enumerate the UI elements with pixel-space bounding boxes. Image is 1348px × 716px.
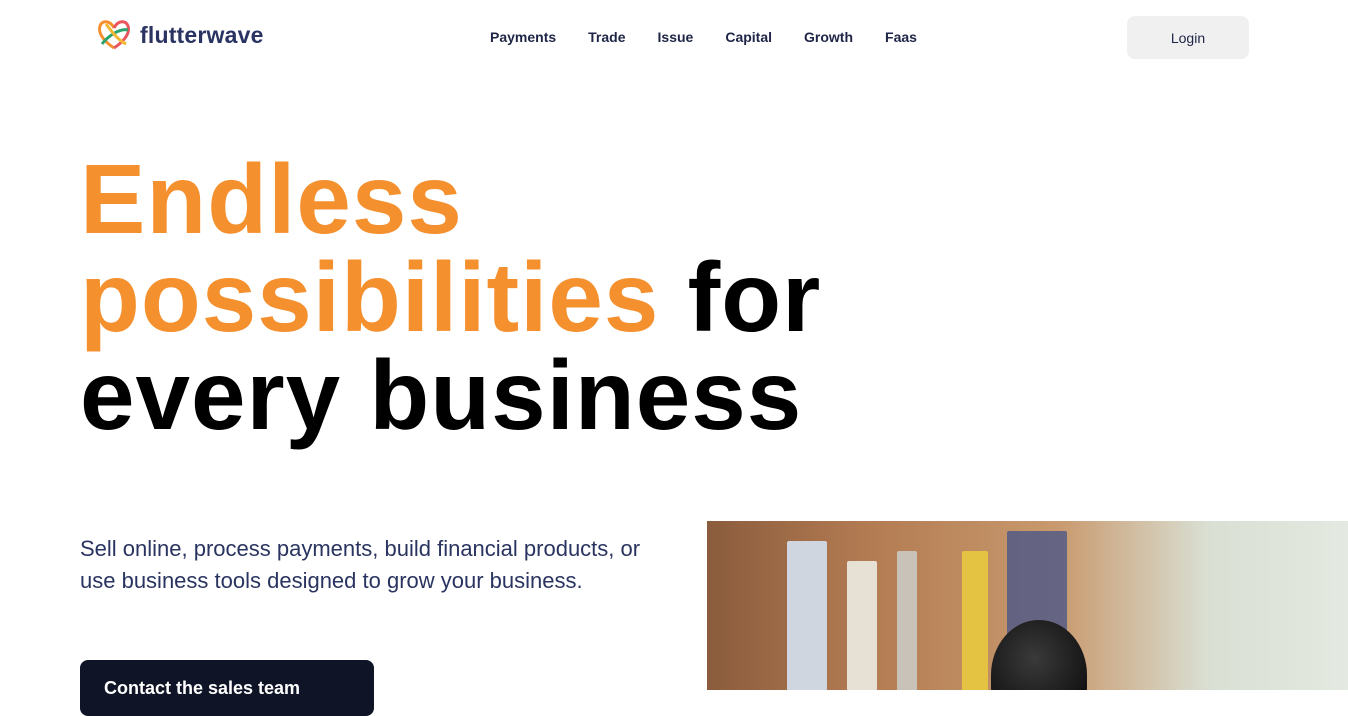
nav-faas[interactable]: Faas	[885, 29, 917, 45]
hero-title-for: for	[687, 242, 822, 352]
contact-sales-button[interactable]: Contact the sales team	[80, 660, 374, 716]
hero-image	[707, 521, 1348, 690]
nav-issue[interactable]: Issue	[658, 29, 694, 45]
shelf-products	[962, 551, 988, 690]
hero-title-line-2: possibilities for	[80, 248, 821, 346]
login-button[interactable]: Login	[1127, 16, 1249, 59]
shelf-products	[897, 551, 917, 690]
site-header: flutterwave Payments Trade Issue Capital…	[0, 0, 1348, 74]
hero-title-line-1: Endless	[80, 144, 463, 254]
hero-description: Sell online, process payments, build fin…	[80, 536, 641, 593]
nav-capital[interactable]: Capital	[725, 29, 772, 45]
brand-logo[interactable]: flutterwave	[96, 18, 264, 52]
nav-trade[interactable]: Trade	[588, 29, 625, 45]
nav-growth[interactable]: Growth	[804, 29, 853, 45]
nav-payments[interactable]: Payments	[490, 29, 556, 45]
hero-title: Endless possibilities for every business	[80, 150, 821, 444]
hero-title-highlight: possibilities	[80, 242, 660, 352]
flutterwave-logo-icon	[98, 20, 130, 50]
brand-name: flutterwave	[140, 21, 264, 48]
shelf-products	[847, 561, 877, 690]
main-nav: Payments Trade Issue Capital Growth Faas	[490, 29, 949, 45]
person-headwrap	[991, 620, 1087, 690]
shelf-products	[787, 541, 827, 690]
hero-title-line-3: every business	[80, 340, 803, 450]
